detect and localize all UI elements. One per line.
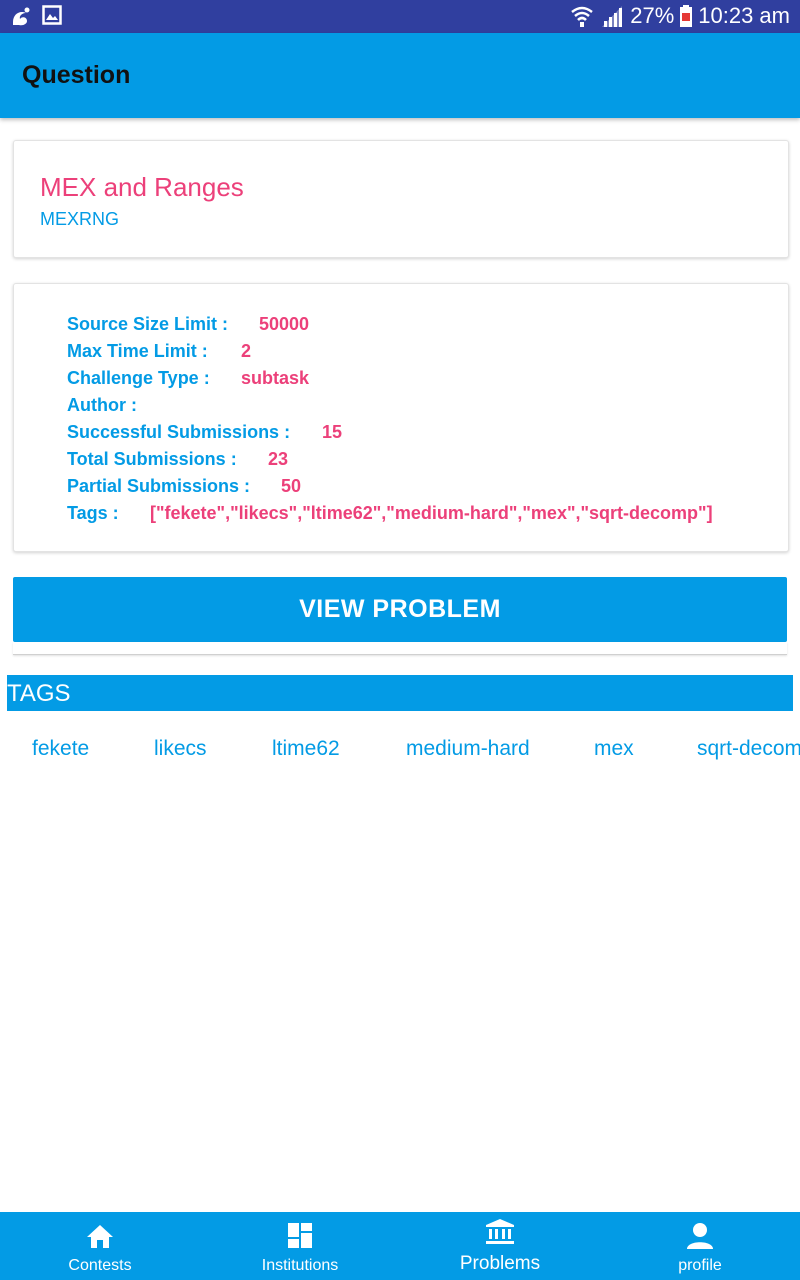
detail-value: 23 — [268, 449, 289, 469]
nav-profile[interactable]: profile — [600, 1212, 800, 1280]
problem-details-card: Source Size Limit : 50000 Max Time Limit… — [13, 283, 789, 552]
detail-row-tags: Tags : ["fekete","likecs","ltime62","med… — [67, 503, 713, 524]
status-bar: 27% 10:23 am — [0, 0, 800, 33]
nav-label: Problems — [459, 1253, 541, 1274]
tag-item[interactable]: fekete — [32, 737, 89, 761]
detail-value: 50 — [281, 476, 302, 496]
detail-label: Successful Submissions : — [67, 422, 291, 442]
gallery-icon — [42, 5, 62, 25]
nav-contests[interactable]: Contests — [0, 1212, 200, 1280]
button-card-bottom — [13, 642, 787, 655]
institution-icon — [486, 1219, 514, 1244]
tags-header: TAGS — [7, 675, 793, 711]
detail-row-max-time: Max Time Limit : 2 — [67, 341, 251, 362]
detail-value: subtask — [241, 368, 310, 388]
detail-row-partial-submissions: Partial Submissions : 50 — [67, 476, 301, 497]
detail-value: 2 — [241, 341, 252, 361]
nav-label: Contests — [68, 1257, 132, 1274]
nav-label: profile — [678, 1257, 722, 1274]
detail-label: Tags : — [67, 503, 119, 523]
person-icon — [687, 1223, 713, 1249]
detail-row-total-submissions: Total Submissions : 23 — [67, 449, 288, 470]
detail-row-challenge-type: Challenge Type : subtask — [67, 368, 309, 389]
detail-value: 15 — [322, 422, 343, 442]
tag-item[interactable]: sqrt-decomp — [697, 737, 800, 761]
battery-icon — [680, 5, 693, 27]
tag-list: fekete likecs ltime62 medium-hard mex sq… — [0, 737, 800, 767]
signal-icon — [602, 6, 623, 27]
problem-name: MEX and Ranges — [40, 172, 244, 202]
problem-code: MEXRNG — [40, 209, 120, 229]
problem-title-card: MEX and Ranges MEXRNG — [13, 140, 789, 258]
clock: 10:23 am — [698, 3, 790, 28]
home-icon — [87, 1225, 113, 1248]
tag-item[interactable]: likecs — [154, 737, 207, 761]
detail-row-author: Author : — [67, 395, 137, 416]
tag-item[interactable]: mex — [594, 737, 634, 761]
detail-value: ["fekete","likecs","ltime62","medium-har… — [150, 503, 713, 523]
nav-institutions[interactable]: Institutions — [200, 1212, 400, 1280]
dashboard-icon — [288, 1223, 312, 1248]
detail-row-successful-submissions: Successful Submissions : 15 — [67, 422, 342, 443]
uc-browser-icon — [13, 7, 30, 26]
detail-value: 50000 — [259, 314, 310, 334]
detail-label: Total Submissions : — [67, 449, 237, 469]
battery-percent: 27% — [630, 3, 675, 28]
detail-label: Author : — [67, 395, 137, 415]
app-bar: Question — [0, 33, 800, 118]
nav-label: Institutions — [261, 1257, 339, 1274]
tag-item[interactable]: ltime62 — [272, 737, 340, 761]
page-title: Question — [22, 61, 131, 89]
detail-row-source-size: Source Size Limit : 50000 — [67, 314, 309, 335]
detail-label: Max Time Limit : — [67, 341, 208, 361]
bottom-navigation: Contests Institutions Problems profile — [0, 1212, 800, 1280]
tag-item[interactable]: medium-hard — [406, 737, 530, 761]
wifi-icon — [571, 6, 593, 27]
detail-label: Challenge Type : — [67, 368, 210, 388]
detail-label: Partial Submissions : — [67, 476, 251, 496]
detail-label: Source Size Limit : — [67, 314, 229, 334]
nav-problems[interactable]: Problems — [400, 1212, 600, 1280]
view-problem-button[interactable]: VIEW PROBLEM — [13, 577, 787, 642]
